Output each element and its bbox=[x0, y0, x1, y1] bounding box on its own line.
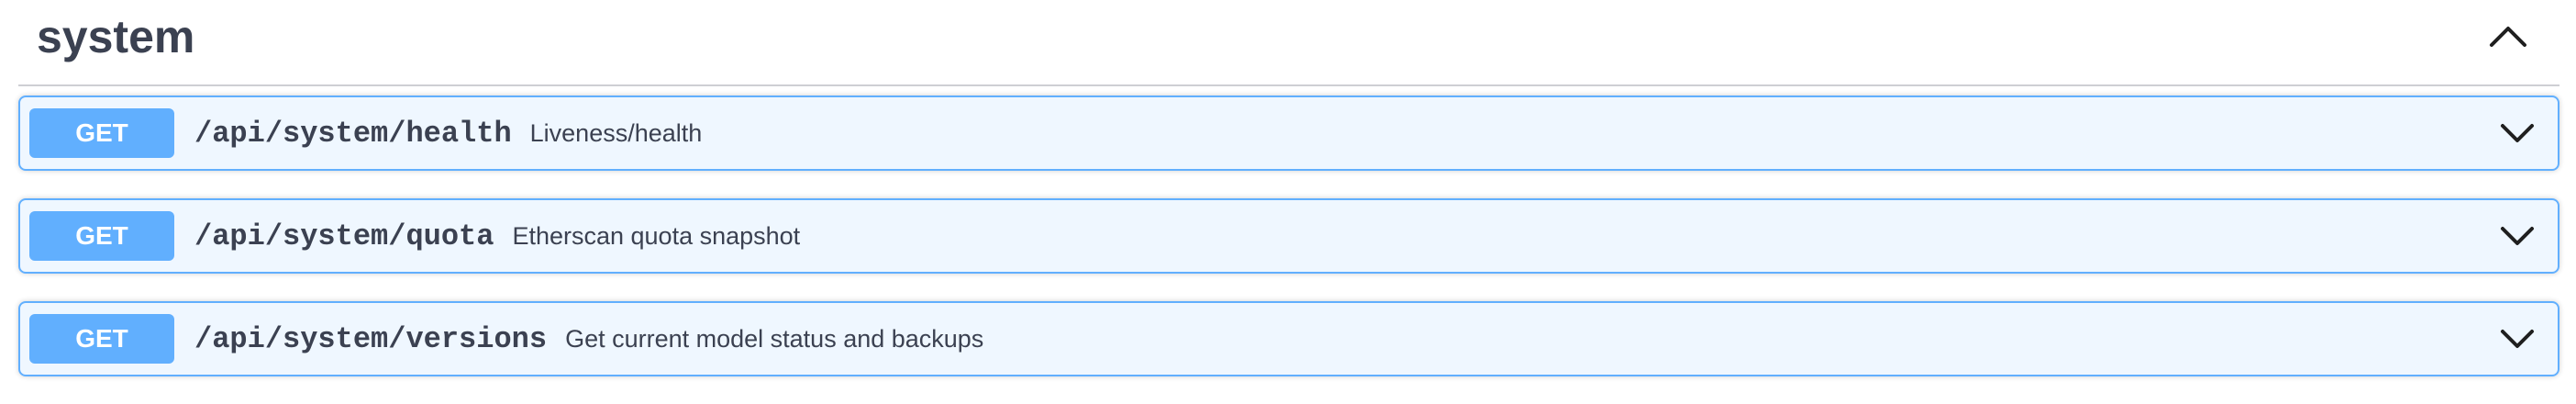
method-badge: GET bbox=[29, 314, 174, 364]
chevron-down-icon bbox=[2501, 330, 2534, 348]
method-badge: GET bbox=[29, 108, 174, 158]
operation-path-container: /api/system/health Liveness/health bbox=[194, 97, 702, 169]
expand-operation-button[interactable] bbox=[2497, 323, 2537, 354]
tag-title: system bbox=[37, 11, 195, 62]
operation-path: /api/system/health bbox=[194, 116, 512, 151]
operation-get-health[interactable]: GET /api/system/health Liveness/health bbox=[18, 95, 2559, 171]
operation-summary: Etherscan quota snapshot bbox=[512, 221, 801, 250]
operation-get-versions[interactable]: GET /api/system/versions Get current mod… bbox=[18, 301, 2559, 376]
operation-path-container: /api/system/versions Get current model s… bbox=[194, 303, 983, 375]
operation-summary: Liveness/health bbox=[529, 118, 703, 147]
expand-operation-button[interactable] bbox=[2497, 118, 2537, 149]
expand-operation-button[interactable] bbox=[2497, 220, 2537, 252]
operation-summary: Get current model status and backups bbox=[565, 324, 984, 353]
chevron-up-icon bbox=[2490, 27, 2526, 47]
chevron-down-icon bbox=[2501, 124, 2534, 142]
chevron-down-icon bbox=[2501, 227, 2534, 245]
operation-path: /api/system/versions bbox=[194, 321, 548, 356]
operation-path: /api/system/quota bbox=[194, 219, 494, 253]
tag-header[interactable]: system bbox=[18, 0, 2559, 86]
collapse-tag-button[interactable] bbox=[2482, 17, 2534, 55]
api-tag-section-system: system GET /api/system/health Liveness/h… bbox=[18, 0, 2559, 376]
operation-get-quota[interactable]: GET /api/system/quota Etherscan quota sn… bbox=[18, 198, 2559, 274]
method-badge: GET bbox=[29, 211, 174, 261]
operation-path-container: /api/system/quota Etherscan quota snapsh… bbox=[194, 200, 800, 272]
